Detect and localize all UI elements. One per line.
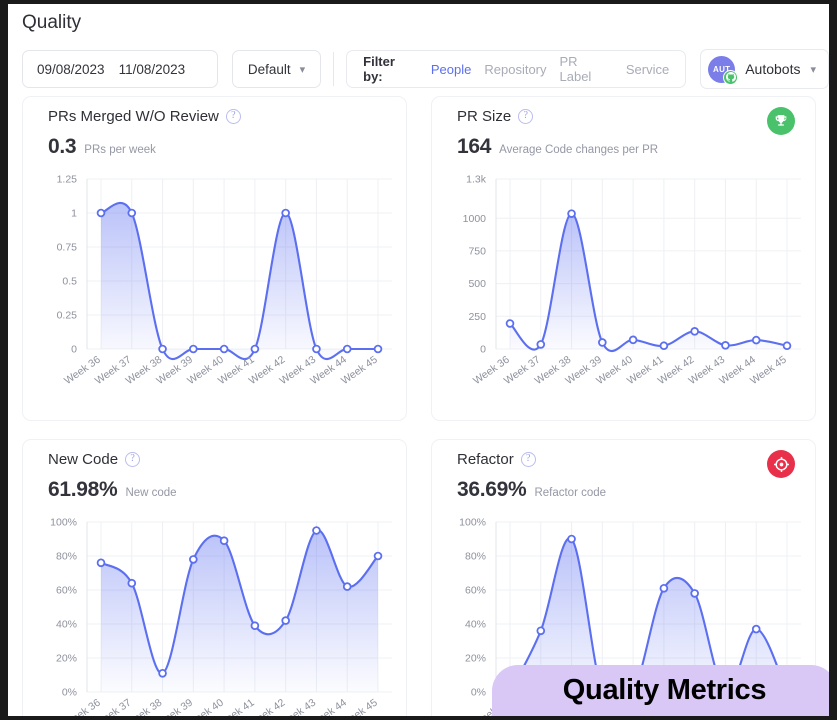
filter-toolbar: 09/08/2023 11/08/2023 Default ▾ Filter b… bbox=[22, 49, 829, 89]
card-title: PRs Merged W/O Review bbox=[48, 108, 219, 125]
metric-value: 0.3 bbox=[48, 135, 77, 158]
page-title: Quality bbox=[22, 12, 82, 33]
metric-unit: Refactor code bbox=[534, 487, 607, 499]
svg-text:20%: 20% bbox=[56, 653, 77, 665]
card-title: New Code bbox=[48, 451, 119, 468]
svg-text:0.25: 0.25 bbox=[57, 310, 78, 322]
card-metric: 0.3 PRs per week bbox=[48, 135, 156, 159]
svg-text:100%: 100% bbox=[50, 517, 77, 529]
filter-by-group: Filter by: People Repository PR Label Se… bbox=[346, 50, 687, 88]
svg-text:Week 36: Week 36 bbox=[62, 697, 103, 716]
filter-by-label: Filter by: bbox=[363, 54, 395, 84]
svg-text:20%: 20% bbox=[465, 653, 486, 665]
help-circle-icon[interactable]: ? bbox=[520, 452, 536, 467]
metric-unit: New code bbox=[125, 487, 177, 499]
svg-text:500: 500 bbox=[468, 278, 486, 290]
svg-text:250: 250 bbox=[468, 311, 486, 323]
svg-text:100%: 100% bbox=[459, 517, 486, 529]
date-from-value: 09/08/2023 bbox=[37, 61, 105, 77]
card-title: Refactor bbox=[457, 451, 514, 468]
svg-text:1.3k: 1.3k bbox=[466, 174, 487, 186]
card-prs-merged-wo-review: PRs Merged W/O Review ? 0.3 PRs per week… bbox=[22, 96, 407, 421]
filter-option-pr-label[interactable]: PR Label bbox=[560, 54, 613, 84]
svg-text:0%: 0% bbox=[471, 687, 486, 699]
filter-option-people[interactable]: People bbox=[431, 62, 471, 77]
chart-pr-size: 0 250 500 750 1000 1.3k Week 36 Week 37 Week 38 W… bbox=[432, 169, 815, 419]
chevron-down-icon: ▾ bbox=[299, 63, 306, 76]
toolbar-divider bbox=[333, 52, 335, 86]
avatar: AUT bbox=[708, 55, 739, 85]
overlay-banner-text: Quality Metrics bbox=[562, 674, 767, 706]
card-title: PR Size bbox=[457, 108, 512, 125]
chevron-down-icon: ▾ bbox=[810, 63, 816, 76]
card-header: PR Size ? bbox=[457, 108, 534, 125]
card-metric: 61.98% New code bbox=[48, 478, 177, 502]
date-to-value: 11/08/2023 bbox=[118, 61, 186, 77]
card-new-code: New Code ? 61.98% New code 0% 20% 40% 60% 80… bbox=[22, 439, 407, 716]
metric-unit: Average Code changes per PR bbox=[499, 144, 659, 156]
help-circle-icon[interactable]: ? bbox=[225, 109, 241, 124]
svg-text:0: 0 bbox=[71, 344, 77, 356]
card-metric: 36.69% Refactor code bbox=[457, 478, 606, 502]
metric-value: 164 bbox=[457, 135, 492, 158]
metric-value: 61.98% bbox=[48, 478, 118, 501]
target-icon bbox=[767, 450, 795, 478]
github-icon bbox=[723, 69, 739, 85]
svg-text:1000: 1000 bbox=[463, 213, 487, 225]
svg-text:60%: 60% bbox=[56, 585, 77, 597]
help-circle-icon[interactable]: ? bbox=[518, 109, 534, 124]
card-header: New Code ? bbox=[48, 451, 141, 468]
metric-unit: PRs per week bbox=[84, 144, 156, 156]
card-header: Refactor ? bbox=[457, 451, 536, 468]
card-metric: 164 Average Code changes per PR bbox=[457, 135, 658, 159]
card-pr-size: PR Size ? 164 Average Code changes per P… bbox=[431, 96, 816, 421]
svg-text:80%: 80% bbox=[56, 551, 77, 563]
date-range-picker[interactable]: 09/08/2023 11/08/2023 bbox=[22, 50, 218, 88]
svg-text:1: 1 bbox=[71, 208, 77, 220]
app-page: Quality 09/08/2023 11/08/2023 Default ▾ … bbox=[8, 4, 829, 716]
filter-option-repository[interactable]: Repository bbox=[484, 62, 546, 77]
svg-text:0.75: 0.75 bbox=[57, 242, 78, 254]
trophy-icon bbox=[767, 107, 795, 135]
org-name: Autobots bbox=[745, 61, 801, 77]
preset-label: Default bbox=[247, 61, 291, 77]
chart-new-code: 0% 20% 40% 60% 80% 100% Week 36 Week 37 Week 38 W… bbox=[23, 512, 406, 716]
overlay-banner: Quality Metrics bbox=[492, 665, 829, 716]
svg-text:750: 750 bbox=[468, 246, 486, 258]
svg-text:1.25: 1.25 bbox=[57, 174, 78, 186]
svg-text:0%: 0% bbox=[62, 687, 77, 699]
filter-option-service[interactable]: Service bbox=[626, 62, 669, 77]
preset-dropdown[interactable]: Default ▾ bbox=[231, 50, 322, 88]
metric-value: 36.69% bbox=[457, 478, 527, 501]
help-circle-icon[interactable]: ? bbox=[125, 452, 141, 467]
svg-text:0: 0 bbox=[480, 344, 486, 356]
card-header: PRs Merged W/O Review ? bbox=[48, 108, 241, 125]
svg-text:40%: 40% bbox=[465, 619, 486, 631]
chart-prs-merged-wo-review: 0 0.25 0.5 0.75 1 1.25 Week 36 Week 37 Week 38 We… bbox=[23, 169, 406, 419]
svg-text:80%: 80% bbox=[465, 551, 486, 563]
svg-text:0.5: 0.5 bbox=[62, 276, 77, 288]
svg-text:40%: 40% bbox=[56, 619, 77, 631]
svg-text:60%: 60% bbox=[465, 585, 486, 597]
org-selector[interactable]: AUT Autobots ▾ bbox=[700, 49, 829, 89]
